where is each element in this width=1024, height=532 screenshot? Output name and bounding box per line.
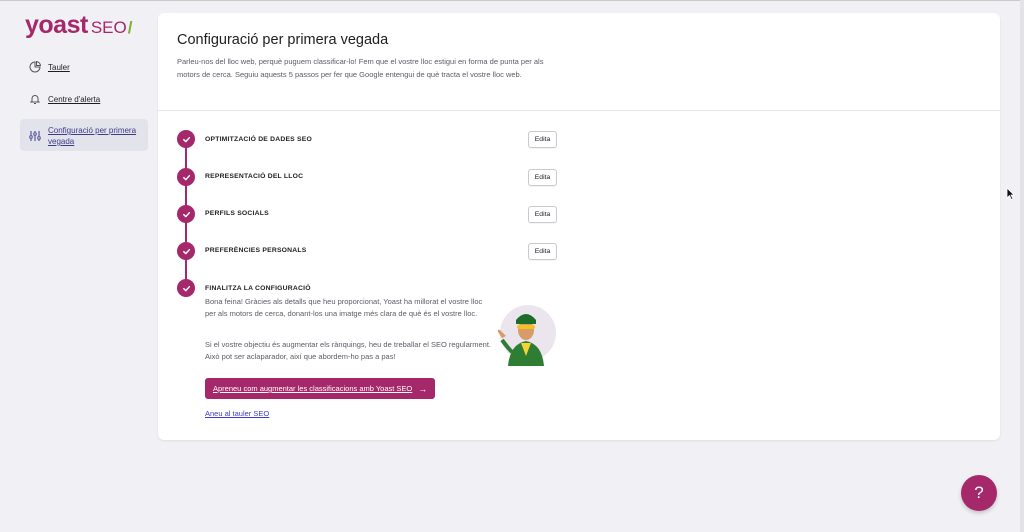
arrow-right-icon: → bbox=[418, 383, 428, 394]
cta-label: Apreneu com augmentar les classificacion… bbox=[213, 384, 413, 393]
label-line-1: Configuració per primera bbox=[48, 126, 137, 135]
final-paragraph-2: Si el vostre objectiu és augmentar els r… bbox=[205, 340, 491, 361]
check-icon bbox=[177, 130, 195, 148]
page-title: Configuració per primera vegada bbox=[177, 32, 389, 48]
check-icon bbox=[177, 242, 195, 260]
sidebar-item-dashboard[interactable]: Tauler bbox=[20, 60, 148, 74]
check-icon bbox=[177, 279, 195, 297]
yoast-character-illustration bbox=[488, 296, 558, 366]
divider bbox=[158, 110, 1000, 111]
go-to-dashboard-link[interactable]: Aneu al tauler SEO bbox=[205, 409, 269, 418]
logo-seo-text: SEO bbox=[90, 18, 127, 37]
sidebar-item-label: Tauler bbox=[48, 63, 70, 72]
learn-ranking-button[interactable]: Apreneu com augmentar les classificacion… bbox=[205, 378, 435, 399]
yoast-logo: yoast SEO / bbox=[25, 11, 132, 39]
check-icon bbox=[177, 168, 195, 186]
sidebar-item-first-time-config[interactable]: Configuració per primera vegada bbox=[20, 119, 148, 151]
step-label: PERFILS SOCIALS bbox=[205, 210, 269, 217]
step-label: FINALITZA LA CONFIGURACIÓ bbox=[205, 285, 311, 292]
sliders-icon bbox=[28, 129, 42, 143]
pie-chart-icon bbox=[28, 60, 42, 74]
step-label: PREFERÈNCIES PERSONALS bbox=[205, 247, 307, 254]
step-label: OPTIMITZACIÓ DE DADES SEO bbox=[205, 136, 312, 143]
edit-button[interactable]: Edita bbox=[528, 131, 557, 148]
top-border bbox=[0, 0, 1024, 1]
page-description: Parleu-nos del lloc web, perquè puguem c… bbox=[177, 57, 544, 79]
sidebar-item-alert-center[interactable]: Centre d'alerta bbox=[20, 94, 148, 106]
label-line-2: vegada bbox=[48, 137, 75, 146]
sidebar-item-label: Centre d'alerta bbox=[48, 95, 101, 104]
logo-slash: / bbox=[127, 18, 133, 37]
configuration-card: Configuració per primera vegada Parleu-n… bbox=[158, 13, 1000, 440]
edit-button[interactable]: Edita bbox=[528, 206, 557, 223]
bell-icon bbox=[28, 92, 42, 106]
sidebar-item-label: Configuració per primera vegada bbox=[48, 125, 136, 147]
scrollbar[interactable] bbox=[1020, 0, 1024, 532]
final-paragraph-1: Bona feina! Gràcies als detalls que heu … bbox=[205, 297, 483, 318]
mouse-cursor-icon bbox=[1006, 187, 1015, 201]
edit-button[interactable]: Edita bbox=[528, 169, 557, 186]
help-button[interactable]: ? bbox=[961, 475, 997, 511]
edit-button[interactable]: Edita bbox=[528, 243, 557, 260]
check-icon bbox=[177, 205, 195, 223]
logo-yoast-text: yoast bbox=[25, 11, 88, 39]
step-label: REPRESENTACIÓ DEL LLOC bbox=[205, 173, 304, 180]
